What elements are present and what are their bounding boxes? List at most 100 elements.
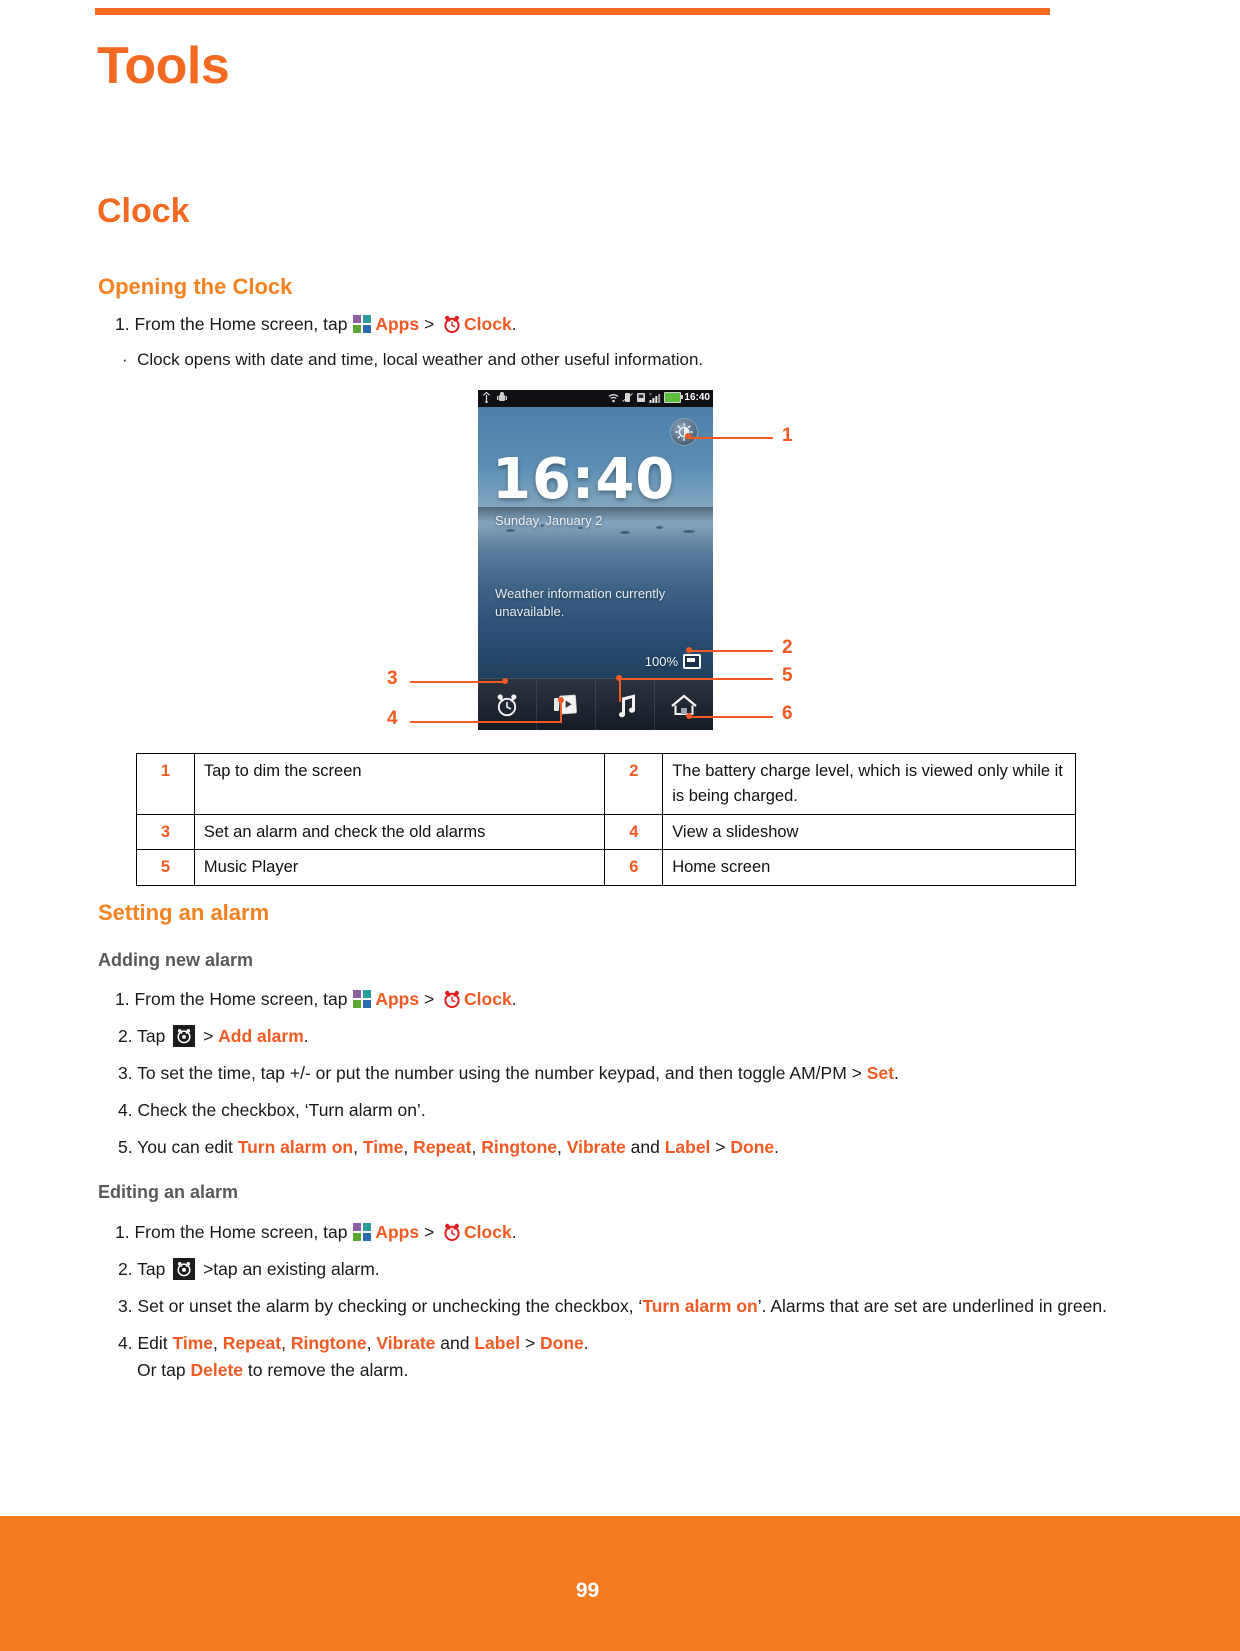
legend-desc: Tap to dim the screen (193, 753, 606, 815)
clock-label: Clock (464, 1222, 512, 1242)
legend-num: 5 (136, 849, 195, 886)
opening-step-1: 1. From the Home screen, tap Apps > Cloc… (115, 312, 517, 337)
repeat-link: Repeat (222, 1333, 282, 1353)
alarm-clock-icon (442, 314, 462, 334)
editing-step4-line2-prefix: Or tap (137, 1360, 191, 1380)
set-link: Set (866, 1063, 894, 1083)
turn-alarm-on-link: Turn alarm on (642, 1296, 758, 1316)
manual-page: Tools Clock Opening the Clock 1. From th… (0, 0, 1240, 1651)
status-right-icons: × 16:40 (608, 392, 710, 403)
editing-step4-separator: > (520, 1333, 541, 1353)
step-separator: > (419, 1222, 440, 1242)
adding-step2-separator: > (198, 1026, 219, 1046)
editing-step4-period: . (583, 1333, 589, 1353)
callout-4-dot (558, 697, 564, 703)
vibrate-icon (622, 393, 634, 402)
legend-desc: Home screen (662, 849, 1076, 886)
editing-step2-prefix: 2. Tap (118, 1259, 171, 1279)
dim-screen-button[interactable] (671, 419, 697, 445)
adding-step3-period: . (893, 1063, 899, 1083)
label-link: Label (664, 1137, 711, 1157)
adding-step-4: 4. Check the checkbox, ‘Turn alarm on’. (118, 1100, 426, 1120)
callout-5-dot (616, 675, 622, 681)
svg-text:×: × (649, 392, 652, 398)
phone-wallpaper: 16:40 Sunday, January 2 Weather informat… (478, 407, 713, 679)
ringtone-link: Ringtone (290, 1333, 367, 1353)
apps-label: Apps (375, 1222, 420, 1242)
alarm-tile-icon (173, 1025, 196, 1047)
heading-setting-an-alarm: Setting an alarm (98, 900, 270, 925)
legend-desc: Set an alarm and check the old alarms (193, 813, 606, 851)
time-link: Time (172, 1333, 214, 1353)
clock-date-display: Sunday, January 2 (495, 513, 603, 528)
callout-2-dot (686, 647, 692, 653)
editing-step1-prefix: 1. From the Home screen, tap (115, 1222, 353, 1242)
slideshow-icon (554, 694, 577, 714)
legend-num: 3 (136, 813, 195, 851)
battery-percent-text: 100% (644, 654, 678, 669)
signal-bars-icon: × (649, 392, 661, 403)
sd-card-icon (637, 393, 646, 402)
table-row: 5 Music Player 6 Home screen (136, 849, 1076, 886)
label-link: Label (474, 1333, 521, 1353)
callout-6-leader (689, 716, 773, 718)
adding-step5-prefix: 5. You can edit (118, 1137, 238, 1157)
home-icon (671, 694, 697, 715)
adding-step-5: 5. You can edit Turn alarm on, Time, Rep… (118, 1137, 779, 1157)
adding-step2-period: . (303, 1026, 309, 1046)
callout-2-leader (689, 650, 773, 652)
vibrate-link: Vibrate (376, 1333, 436, 1353)
callout-3-dot (502, 678, 508, 684)
done-link: Done (540, 1333, 584, 1353)
callout-4-leader-vert (560, 700, 562, 722)
adding-step3-text: 3. To set the time, tap +/- or put the n… (118, 1063, 867, 1083)
callout-2: 2 (782, 637, 793, 658)
table-row: 1 Tap to dim the screen 2 The battery ch… (136, 753, 1076, 815)
adding-step5-and: and (625, 1137, 665, 1157)
ringtone-link: Ringtone (481, 1137, 558, 1157)
dock-music-button[interactable] (596, 679, 655, 730)
section-title-clock: Clock (97, 192, 190, 230)
dock-home-button[interactable] (655, 679, 713, 730)
editing-step4-line2-suffix: to remove the alarm. (243, 1360, 409, 1380)
legend-desc: View a slideshow (662, 813, 1076, 851)
done-link: Done (730, 1137, 775, 1157)
editing-step1-period: . (511, 1222, 517, 1242)
callout-5-leader-vert (619, 678, 621, 702)
alarm-clock-icon (442, 1222, 462, 1242)
callout-5-leader (620, 678, 773, 680)
weather-status-text: Weather information currently unavailabl… (495, 586, 666, 619)
delete-link: Delete (190, 1360, 244, 1380)
wifi-icon (609, 393, 619, 402)
alarm-clock-icon (442, 989, 462, 1009)
callout-3-leader (410, 681, 505, 683)
adding-step-2: 2. Tap > Add alarm. (118, 1024, 309, 1049)
callout-6-dot (686, 713, 692, 719)
heading-editing-an-alarm: Editing an alarm (98, 1182, 239, 1202)
opening-bullet-text: Clock opens with date and time, local we… (137, 350, 704, 369)
step-separator: > (419, 989, 440, 1009)
adding-step-3: 3. To set the time, tap +/- or put the n… (118, 1061, 899, 1086)
heading-opening-the-clock: Opening the Clock (98, 274, 293, 299)
legend-desc: The battery charge level, which is viewe… (662, 753, 1076, 815)
vibrate-link: Vibrate (566, 1137, 626, 1157)
phone-status-bar: × 16:40 (478, 390, 713, 407)
callout-6: 6 (782, 703, 793, 724)
alarm-icon (497, 693, 517, 716)
callout-5: 5 (782, 665, 793, 686)
legend-table: 1 Tap to dim the screen 2 The battery ch… (136, 753, 1076, 886)
legend-num: 2 (604, 753, 664, 815)
legend-num: 1 (136, 753, 195, 815)
apps-icon (353, 315, 372, 334)
step-separator: > (419, 314, 440, 334)
clock-label: Clock (464, 989, 512, 1009)
status-time: 16:40 (684, 392, 710, 403)
clock-time-display: 16:40 (492, 447, 676, 512)
battery-charge-icon (683, 654, 701, 669)
callout-1-dot (685, 433, 691, 439)
callout-4-leader (410, 721, 562, 723)
editing-step4-prefix: 4. Edit (118, 1333, 173, 1353)
opening-step1-period: . (511, 314, 517, 334)
adding-step5-period: . (774, 1137, 779, 1157)
legend-num: 4 (604, 813, 664, 851)
